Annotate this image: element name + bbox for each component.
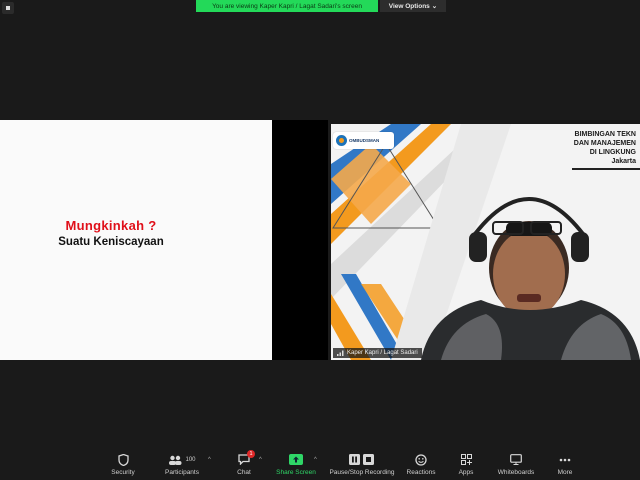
security-button[interactable]: Security [108,446,138,480]
apps-button[interactable]: Apps [454,446,478,480]
emoji-icon [415,453,427,466]
apps-label: Apps [458,469,474,476]
participants-label: Participants [165,469,199,476]
people-icon: 100 [168,453,196,466]
chevron-up-icon[interactable]: ^ [259,457,262,463]
window-menu-button[interactable] [2,2,14,14]
whiteboards-label: Whiteboards [497,469,535,476]
banner-rule [572,168,640,170]
slide-subtitle: Suatu Keniscayaan [58,236,164,248]
whiteboards-button[interactable]: Whiteboards [494,446,538,480]
viewing-banner: You are viewing Kaper Kapri / Lagat Sada… [196,0,378,12]
square-icon [6,6,10,10]
security-label: Security [111,469,135,476]
shield-icon [117,453,129,466]
reactions-label: Reactions [406,469,436,476]
recording-label: Pause/Stop Recording [329,469,395,476]
participant-name: Kaper Kapri / Lagat Sadari [347,350,418,356]
pause-stop-icon [349,453,375,466]
apps-icon [460,453,472,466]
banner-line: Jakarta [611,158,636,165]
more-label: More [557,469,573,476]
banner-line: DAN MANAJEMEN [573,140,636,147]
more-button[interactable]: More [552,446,578,480]
share-screen-icon [289,453,303,466]
event-banner-text: BIMBINGAN TEKN DAN MANAJEMEN DI LINGKUNG… [564,130,640,166]
chevron-up-icon[interactable]: ^ [314,457,317,463]
chevron-up-icon[interactable]: ^ [208,457,211,463]
ombudsman-logo: OMBUDSMAN [333,132,394,149]
view-options-button[interactable]: View Options ⌄ [380,0,446,12]
meeting-toolbar: Security 100 Participants ^ 1 Chat ^ Sha… [0,446,640,480]
top-bar: You are viewing Kaper Kapri / Lagat Sada… [0,0,640,14]
banner-line: BIMBINGAN TEKN [574,131,636,138]
more-icon [559,453,571,466]
chat-label: Chat [237,469,251,476]
chat-button[interactable]: 1 Chat [232,446,256,480]
shared-content-area: Mungkinkah ? Suatu Keniscayaan OMBUDSMAN… [0,120,640,360]
banner-line: DI LINGKUNG [589,149,636,156]
participant-name-tag: Kaper Kapri / Lagat Sadari [333,348,422,358]
reactions-button[interactable]: Reactions [404,446,438,480]
participants-button[interactable]: 100 Participants [160,446,204,480]
slide-title: Mungkinkah ? [65,218,157,233]
participants-count: 100 [185,456,196,463]
ombudsman-logo-mark [336,135,347,146]
shared-slide: Mungkinkah ? Suatu Keniscayaan [0,120,272,360]
share-screen-label: Share Screen [276,469,316,476]
speaker-video[interactable]: OMBUDSMAN BIMBINGAN TEKN DAN MANAJEMEN D… [331,124,640,360]
chevron-down-icon: ⌄ [431,3,438,10]
pause-stop-recording-button[interactable]: Pause/Stop Recording [326,446,398,480]
chat-badge: 1 [247,450,255,458]
view-options-label: View Options [388,2,430,10]
whiteboard-icon [510,453,522,466]
share-screen-button[interactable]: Share Screen [274,446,318,480]
logo-text: OMBUDSMAN [349,138,380,143]
chat-icon: 1 [238,450,255,466]
signal-icon [337,350,344,356]
divider [272,120,328,360]
